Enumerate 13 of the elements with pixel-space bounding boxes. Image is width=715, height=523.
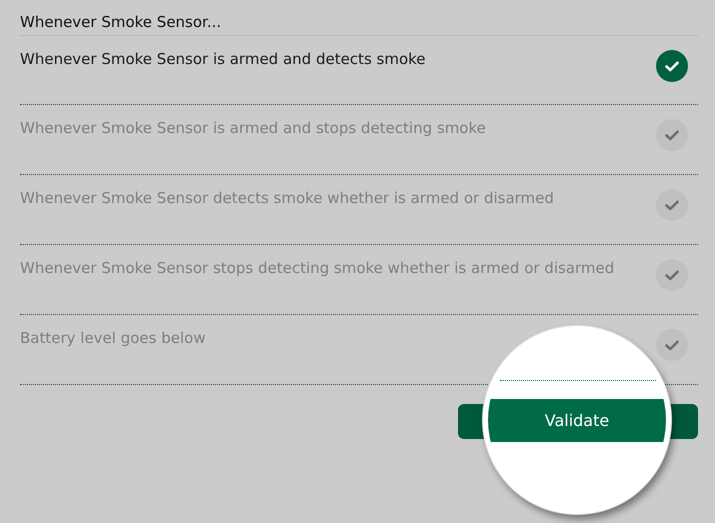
validate-button[interactable]: Validate: [488, 399, 666, 442]
section-heading: Whenever Smoke Sensor...: [20, 10, 698, 36]
option-label[interactable]: Whenever Smoke Sensor stops detecting smoke whether is armed or disarmed: [20, 257, 614, 279]
tick-icon[interactable]: [656, 50, 688, 82]
option-label[interactable]: Battery level goes below: [20, 327, 206, 349]
tick-icon[interactable]: [656, 329, 688, 361]
option-label[interactable]: Whenever Smoke Sensor detects smoke whether is armed or disarmed: [20, 187, 554, 209]
tick-icon[interactable]: [656, 119, 688, 151]
option-label[interactable]: Whenever Smoke Sensor is armed and detects smoke: [20, 48, 426, 70]
tick-icon[interactable]: [656, 259, 688, 291]
tick-icon[interactable]: [656, 189, 688, 221]
option-label[interactable]: Whenever Smoke Sensor is armed and stops detecting smoke: [20, 117, 486, 139]
button-edge[interactable]: [458, 404, 486, 439]
